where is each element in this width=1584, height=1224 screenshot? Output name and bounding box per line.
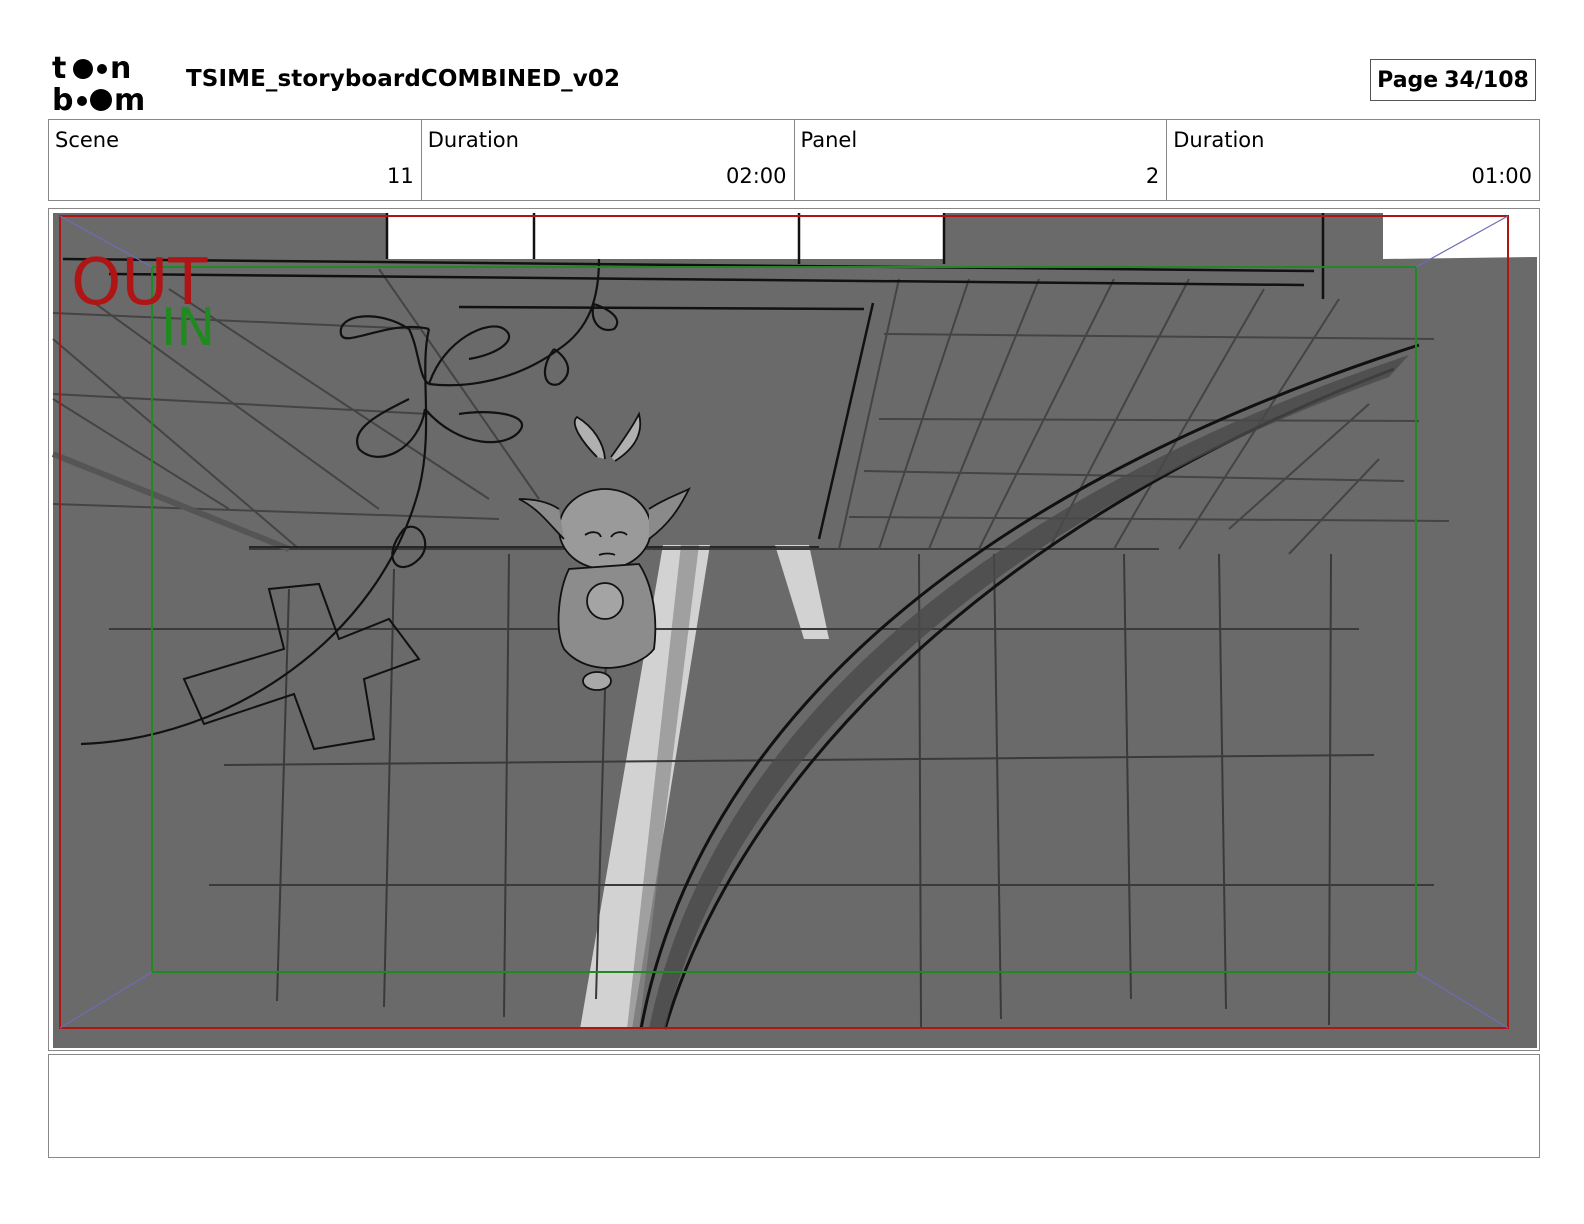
scene-value: 11 xyxy=(387,164,414,188)
storyboard-panel-image: OUT IN xyxy=(48,208,1540,1051)
scene-info-table: Scene 11 Duration 02:00 Panel 2 Duration… xyxy=(48,119,1540,201)
in-frame-label: IN xyxy=(161,298,215,358)
panel-duration-value: 01:00 xyxy=(1471,164,1532,188)
toon-boom-logo-icon: t n b m xyxy=(52,51,145,114)
panel-duration-label: Duration xyxy=(1173,128,1265,152)
panel-label: Panel xyxy=(800,128,858,152)
svg-text:b: b xyxy=(52,83,73,114)
document-title: TSIME_storyboardCOMBINED_v02 xyxy=(186,66,621,92)
panel-cell: Panel 2 xyxy=(795,120,1168,200)
scene-cell: Scene 11 xyxy=(49,120,422,200)
panel-duration-cell: Duration 01:00 xyxy=(1167,120,1539,200)
scene-duration-label: Duration xyxy=(427,128,519,152)
panel-sketch: OUT IN xyxy=(51,213,1537,1048)
scene-duration-cell: Duration 02:00 xyxy=(422,120,795,200)
svg-text:n: n xyxy=(110,51,131,86)
scene-duration-value: 02:00 xyxy=(725,164,787,188)
scene-label: Scene xyxy=(55,128,120,152)
page-indicator: Page 34/108 xyxy=(1370,59,1536,101)
page-number: 34/108 xyxy=(1444,67,1529,93)
panel-notes-box[interactable] xyxy=(48,1054,1540,1158)
page-label: Page xyxy=(1377,67,1439,93)
svg-text:m: m xyxy=(114,83,145,114)
panel-value: 2 xyxy=(1145,164,1160,188)
svg-text:t: t xyxy=(52,51,66,86)
